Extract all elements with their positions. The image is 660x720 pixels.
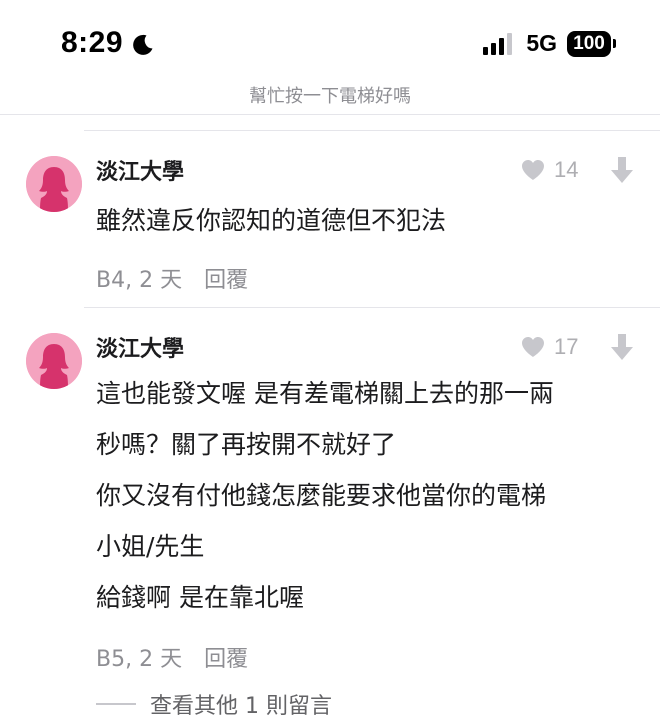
comment-text-line: 給錢啊 是在靠北喔: [96, 583, 304, 612]
status-bar: 8:29 5G 100: [0, 0, 660, 80]
comment-text-line: 雖然違反你認知的道德但不犯法: [96, 206, 447, 235]
status-time: 8:29: [61, 26, 155, 60]
anonymous-female-avatar-icon: [26, 333, 82, 389]
clock-text: 8:29: [61, 26, 124, 59]
comment-text-line: 小姐/先生: [96, 532, 205, 561]
battery-tip: [613, 39, 616, 48]
anonymous-female-avatar-icon: [26, 156, 82, 212]
moon-icon: [131, 31, 155, 55]
status-indicators: 5G 100: [482, 30, 616, 57]
battery-level: 100: [567, 30, 611, 57]
more-replies-label: 查看其他 1 則留言: [150, 694, 332, 719]
heart-icon: [522, 337, 544, 357]
comment-author[interactable]: 淡江大學: [96, 331, 184, 363]
comment-author[interactable]: 淡江大學: [96, 154, 184, 186]
comment-divider: [84, 130, 660, 131]
comment-meta: B4, 2 天 回覆: [96, 262, 248, 294]
floor-and-time: B5, 2 天: [96, 647, 183, 672]
like-count: 17: [554, 334, 579, 359]
reply-button[interactable]: 回覆: [204, 262, 248, 294]
network-type-label: 5G: [526, 30, 557, 56]
like-count: 14: [554, 157, 579, 182]
comment-text: 雖然違反你認知的道德但不犯法: [96, 195, 636, 246]
reply-button[interactable]: 回覆: [204, 641, 248, 673]
floor-and-time: B4, 2 天: [96, 268, 183, 293]
view-more-replies-button[interactable]: 查看其他 1 則留言: [96, 688, 332, 720]
heart-icon: [522, 160, 544, 180]
battery-icon: 100: [567, 30, 616, 57]
header-divider: [0, 114, 660, 115]
avatar[interactable]: [26, 333, 82, 389]
avatar[interactable]: [26, 156, 82, 212]
comment-text-line: 秒嗎？關了再按開不就好了: [96, 430, 397, 459]
arrow-down-icon[interactable]: [609, 332, 635, 362]
post-title: 幫忙按一下電梯好嗎: [249, 86, 411, 107]
comment-divider: [84, 307, 660, 308]
like-button[interactable]: 17: [520, 334, 578, 360]
comment-meta: B5, 2 天 回覆: [96, 641, 248, 673]
comment-text-line: 這也能發文喔 是有差電梯關上去的那一兩: [96, 379, 554, 408]
like-button[interactable]: 14: [520, 157, 578, 183]
more-replies-line: [96, 703, 136, 705]
comment-text-line: 你又沒有付他錢怎麼能要求他當你的電梯: [96, 481, 547, 510]
comment-text: 這也能發文喔 是有差電梯關上去的那一兩 秒嗎？關了再按開不就好了 你又沒有付他錢…: [96, 368, 636, 623]
arrow-down-icon[interactable]: [609, 155, 635, 185]
cellular-signal-icon: [483, 32, 513, 55]
